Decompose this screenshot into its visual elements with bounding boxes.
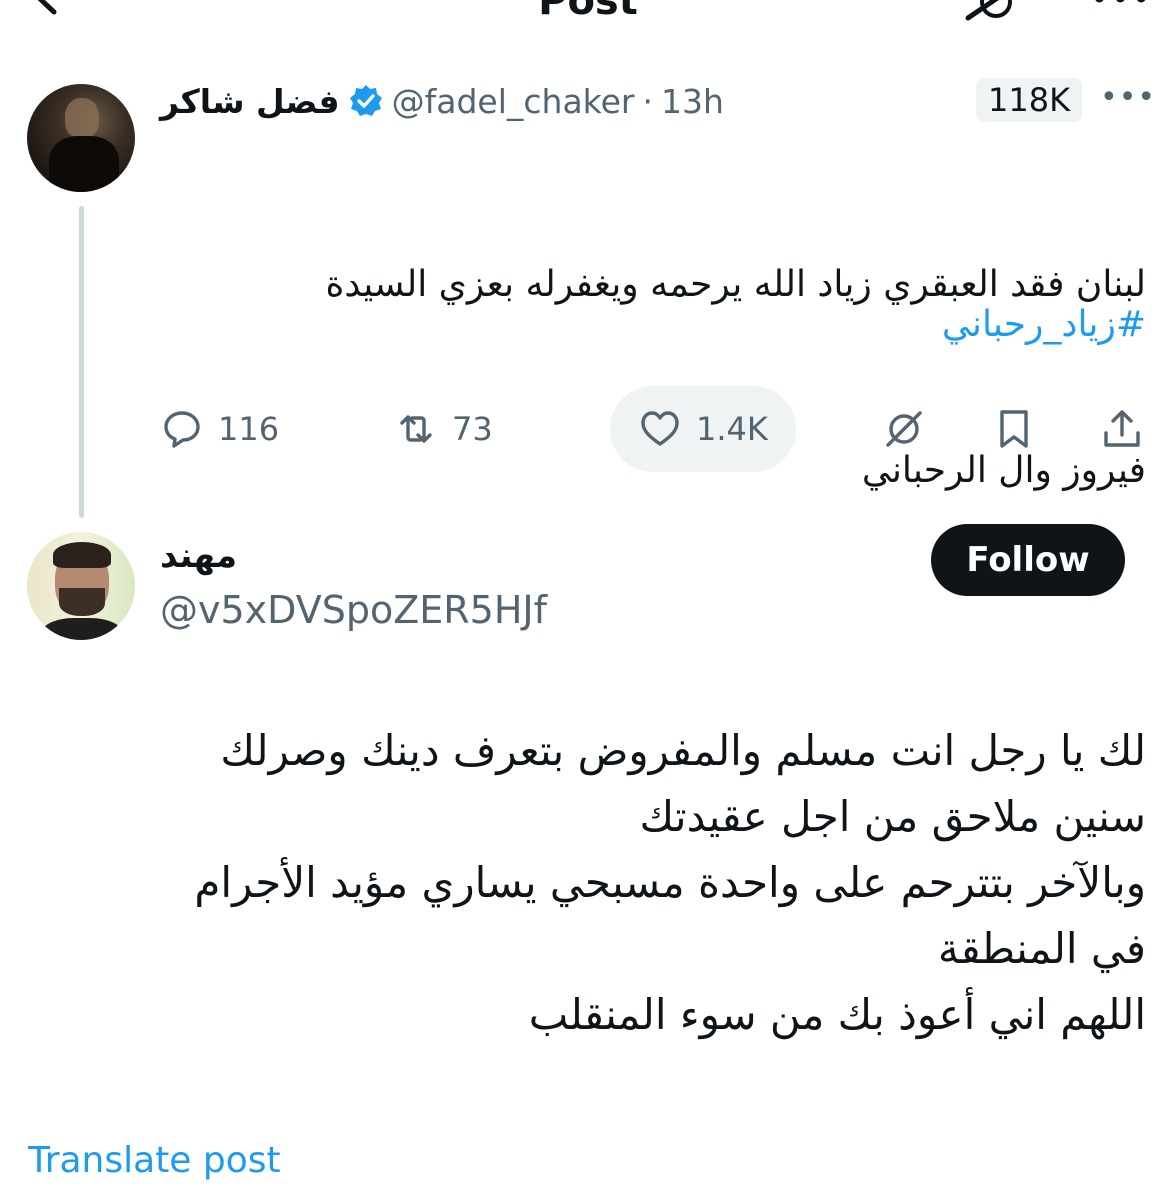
translate-post-link[interactable]: Translate post: [28, 1140, 281, 1181]
more-options-icon[interactable]: •••: [1090, 0, 1153, 18]
like-button[interactable]: 1.4K: [610, 386, 796, 472]
author-handle[interactable]: @fadel_chaker: [392, 82, 635, 121]
reply-count: 116: [218, 410, 280, 448]
reply-text-line: وبالآخر بتترحم على واحدة مسبحي يساري مؤي…: [194, 858, 1146, 907]
follow-button[interactable]: Follow: [931, 524, 1125, 596]
more-icon[interactable]: •••: [1100, 80, 1156, 115]
post-author-line: فضل شاكر @fadel_chaker · 13h: [160, 78, 960, 124]
reply-text-line: لك يا رجل انت مسلم والمفروض بتعرف دينك و…: [220, 726, 1146, 775]
bookmark-icon: [1000, 410, 1028, 448]
share-icon: [1104, 410, 1140, 447]
reply-body: لك يا رجل انت مسلم والمفروض بتعرف دينك و…: [26, 718, 1146, 1048]
reply-text-line: اللهم اني أعوذ بك من سوء المنقلب: [528, 990, 1146, 1039]
repost-icon: [400, 415, 432, 443]
repost-count: 73: [452, 410, 493, 448]
avatar[interactable]: [27, 532, 135, 640]
reply-author-handle[interactable]: @v5xDVSpoZER5HJf: [160, 588, 547, 632]
repost-button[interactable]: 73: [394, 386, 493, 472]
post-body: لبنان فقد العبقري زياد الله يرحمه ويغفرل…: [156, 130, 1146, 564]
reply-text-line: في المنطقة: [937, 924, 1146, 973]
reply-button[interactable]: 116: [160, 386, 279, 472]
author-display-name[interactable]: فضل شاكر: [160, 82, 340, 121]
grok-analyze-icon: [886, 411, 922, 447]
thread-connector-line: [79, 206, 84, 518]
verified-icon: [349, 85, 382, 116]
reply-text-line: سنين ملاحق من اجل عقيدتك: [639, 792, 1146, 841]
like-count: 1.4K: [696, 410, 768, 448]
reply-icon: [164, 411, 200, 448]
post-actions-bar: 116 73 1.4K: [160, 386, 1150, 472]
grok-analyze-button[interactable]: [882, 386, 926, 472]
reply-author-display-name[interactable]: مهند: [160, 536, 237, 576]
share-button[interactable]: [1100, 386, 1144, 472]
like-icon: [641, 411, 679, 446]
bookmark-button[interactable]: [992, 386, 1036, 472]
views-badge: 118K: [976, 78, 1083, 122]
grok-icon[interactable]: [958, 0, 1028, 26]
hashtag-link[interactable]: #زياد_رحباني: [942, 304, 1146, 345]
meta-separator: ·: [642, 81, 653, 121]
post-time[interactable]: 13h: [661, 82, 724, 121]
avatar[interactable]: [27, 84, 135, 192]
